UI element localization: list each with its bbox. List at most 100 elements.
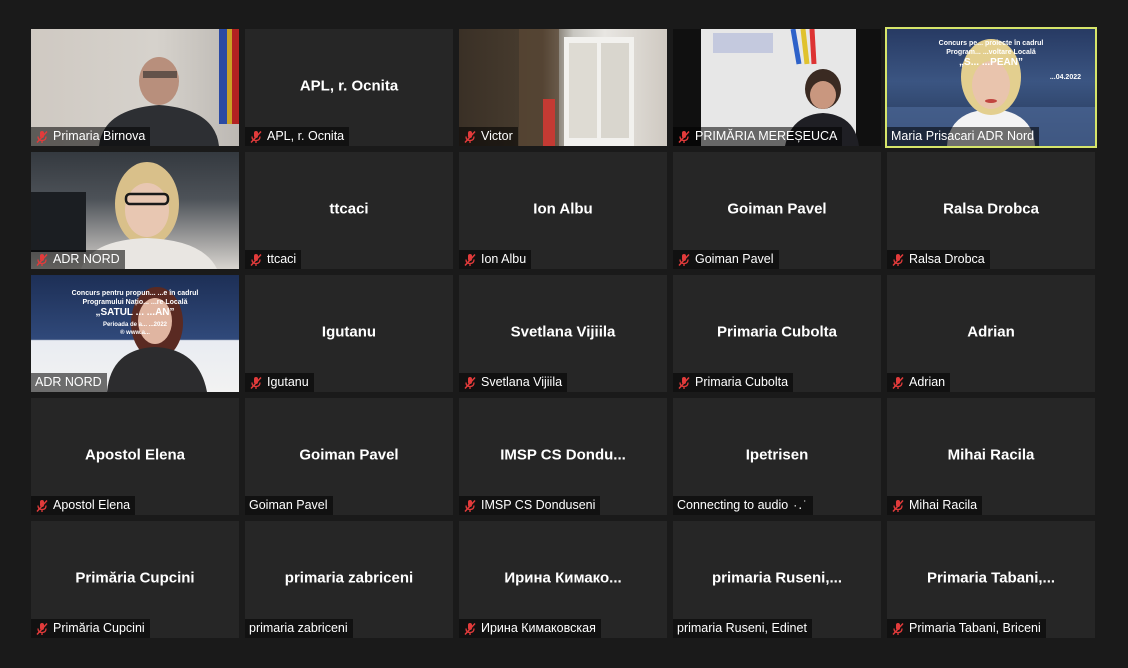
participant-name: Victor [481,129,513,143]
mic-muted-icon [35,499,49,513]
participant-tile[interactable]: Goiman Pavel Goiman Pavel [673,152,881,269]
participant-tile[interactable]: APL, r. Ocnita APL, r. Ocnita [245,29,453,146]
mic-muted-icon [249,376,263,390]
participant-name: Ion Albu [481,252,527,266]
participant-name-label: Ion Albu [459,250,532,269]
participant-name-label: Svetlana Vijiila [459,373,568,392]
participant-display-name: Mihai Racila [947,445,1035,463]
participant-name: primaria Ruseni, Edinet [677,621,807,635]
participant-name: Adrian [909,375,946,389]
participant-display-name: Primaria Cubolta [716,322,838,340]
participant-tile[interactable]: primaria Ruseni,... primaria Ruseni, Edin… [673,521,881,638]
participant-name: Mihai Racila [909,498,978,512]
participant-tile[interactable]: Mihai Racila Mihai Racila [887,398,1095,515]
participant-tile[interactable]: Igutanu Igutanu [245,275,453,392]
participant-display-name: Ipetrisen [745,445,809,463]
mic-muted-icon [677,376,691,390]
participant-display-name: Ralsa Drobca [943,199,1039,217]
participant-display-name: IMSP CS Dondu... [500,445,626,463]
participant-display-name: Goiman Pavel [727,199,827,217]
participant-tile[interactable]: Goiman Pavel Goiman Pavel [245,398,453,515]
participant-tile[interactable]: IMSP CS Dondu... IMSP CS Donduseni [459,398,667,515]
participant-tile[interactable]: ADR NORD [31,152,239,269]
poster-line: Program... ...voltare Locală [946,49,1036,56]
poster-title: „S... ...PEAN” [959,57,1023,68]
participant-tile[interactable]: primaria zabriceni primaria zabriceni [245,521,453,638]
participant-display-name: Primaria Tabani,... [926,568,1056,586]
mic-muted-icon [35,622,49,636]
mic-muted-icon [35,130,49,144]
participant-tile[interactable]: Primăria Cupcini Primăria Cupcini [31,521,239,638]
mic-muted-icon [463,253,477,267]
mic-muted-icon [677,253,691,267]
mic-muted-icon [891,253,905,267]
participant-grid: Primaria Birnova APL, r. Ocnita APL, r. Oc… [31,27,1097,638]
participant-name-label: Goiman Pavel [245,496,333,515]
participant-tile[interactable]: Ralsa Drobca Ralsa Drobca [887,152,1095,269]
participant-name-label: Igutanu [245,373,314,392]
participant-name-label: Connecting to audio ·․˙ [673,496,814,515]
participant-tile[interactable]: Ipetrisen Connecting to audio ·․˙ [673,398,881,515]
participant-tile[interactable]: Svetlana Vijiila Svetlana Vijiila [459,275,667,392]
participant-name-label: primaria zabriceni [245,619,353,638]
participant-name-label: Adrian [887,373,951,392]
participant-name: primaria zabriceni [249,621,348,635]
mic-muted-icon [463,499,477,513]
participant-tile[interactable]: Apostol Elena Apostol Elena [31,398,239,515]
poster-line: Concurs pe... proiecte în cadrul [938,40,1044,47]
participant-name-label: Primaria Tabani, Briceni [887,619,1046,638]
participant-name: ADR NORD [35,375,102,389]
participant-name: ADR NORD [53,252,120,266]
participant-display-name: Primăria Cupcini [75,568,195,586]
participant-tile[interactable]: ttcaci ttcaci [245,152,453,269]
mic-muted-icon [249,130,263,144]
participant-tile[interactable]: Primaria Cubolta Primaria Cubolta [673,275,881,392]
mic-muted-icon [677,130,691,144]
participant-name: Ralsa Drobca [909,252,985,266]
participant-display-name: Apostol Elena [84,445,185,463]
mic-muted-icon [891,499,905,513]
connecting-spinner-icon: ·․˙ [793,498,809,512]
mic-muted-icon [463,130,477,144]
participant-tile[interactable]: Ion Albu Ion Albu [459,152,667,269]
participant-name: Igutanu [267,375,309,389]
participant-name-label: Apostol Elena [31,496,136,515]
participant-tile[interactable]: PRIMĂRIA MEREȘEUCA [673,29,881,146]
participant-name-label: PRIMĂRIA MEREȘEUCA [673,127,843,146]
participant-name-label: Primaria Cubolta [673,373,794,392]
participant-display-name: APL, r. Ocnita [299,76,399,94]
participant-tile[interactable]: Concurs pe... proiecte în cadrul Program.… [885,27,1097,148]
participant-tile[interactable]: Primaria Birnova [31,29,239,146]
participant-tile[interactable]: Adrian Adrian [887,275,1095,392]
participant-name: Primaria Birnova [53,129,146,143]
participant-display-name: Ирина Кимако... [504,568,622,586]
participant-name-label: Primăria Cupcini [31,619,150,638]
participant-name: Ирина Кимаковская [481,621,596,635]
participant-display-name: primaria Ruseni,... [711,568,843,586]
participant-name: Maria Prisacari ADR Nord [891,129,1035,143]
participant-name: PRIMĂRIA MEREȘEUCA [695,129,838,143]
participant-tile[interactable]: Victor [459,29,667,146]
participant-tile[interactable]: Primaria Tabani,... Primaria Tabani, Bric… [887,521,1095,638]
poster-line: Programului Națio... ...re Locală [82,299,188,306]
participant-name: APL, r. Ocnita [267,129,345,143]
mic-muted-icon [35,253,49,267]
poster-title: „SATUL ... ...AN” [95,307,175,318]
participant-name-label: Goiman Pavel [673,250,779,269]
participant-display-name: Svetlana Vijiila [510,322,616,340]
participant-name-label: ADR NORD [31,373,107,392]
poster-line: Concurs pentru propun... ...e în cadrul [71,290,199,297]
participant-tile[interactable]: Ирина Кимако... Ирина Кимаковская [459,521,667,638]
participant-tile[interactable]: Concurs pentru propun... ...e în cadrul P… [31,275,239,392]
participant-name: Primăria Cupcini [53,621,145,635]
mic-muted-icon [891,622,905,636]
participant-name: Primaria Tabani, Briceni [909,621,1041,635]
mic-muted-icon [463,376,477,390]
participant-display-name: ttcaci [329,199,369,217]
participant-display-name: Adrian [967,322,1015,340]
poster-line: ® www.a... [120,330,150,336]
participant-name: IMSP CS Donduseni [481,498,596,512]
participant-name-label: Victor [459,127,518,146]
mic-muted-icon [463,622,477,636]
participant-display-name: Ion Albu [533,199,593,217]
